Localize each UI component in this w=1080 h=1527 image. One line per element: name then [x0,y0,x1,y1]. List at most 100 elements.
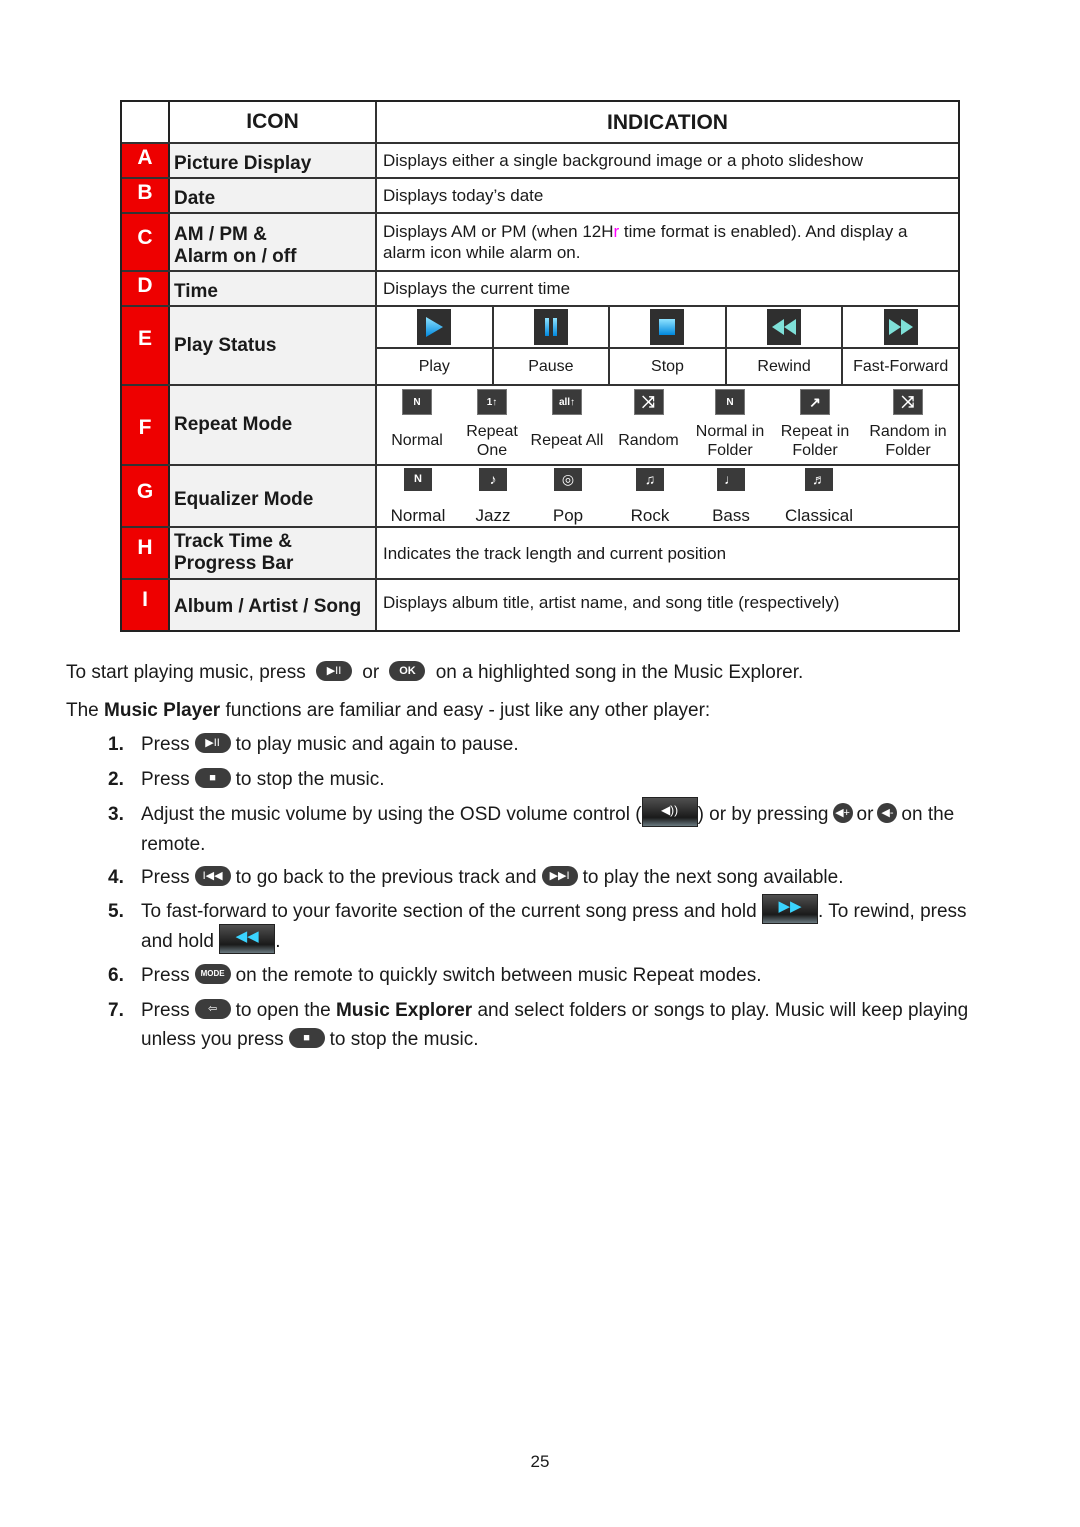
repeat-in-folder-icon: ↗ [800,389,830,415]
equalizer-label: Classical [784,506,854,525]
equalizer-label: Rock [630,506,670,525]
random-in-folder-icon: ⤨ [893,389,923,415]
indication-text: Displays AM or PM (when 12H [383,222,614,241]
step-fragment: ) or by pressing [697,804,829,826]
step-fragment: or [856,804,874,826]
step-fragment: . To rewind, press [818,901,967,923]
step-text: To fast-forward to your favorite section… [141,894,1021,957]
page-number: 25 [530,1452,550,1471]
repeat-mode-item: 1↑ Repeat One [457,386,527,464]
electric-guitar-icon: ♫ [636,468,664,491]
step-fragment: to stop the music. [329,1029,479,1050]
row-letter: A [122,144,170,177]
step-text: Press ▶II to play music and again to pause… [141,730,1021,759]
intro-line-2: The Music Player functions are familiar … [66,700,710,722]
row-name: Album / Artist / Song [170,580,377,630]
repeat-mode-item: ⤨ Random [607,386,690,464]
repeat-mode-label: Normal in Folder [695,422,765,459]
row-indication: Displays album title, artist name, and s… [377,580,958,630]
volume-down-icon: ◀- [877,803,898,823]
step-text: Press ■ to stop the music. [141,765,1021,794]
table-row: E Play Status Play Pause Stop Rewind Fas… [122,307,958,386]
fast-forward-label: Fast-Forward [853,358,949,375]
table-row: I Album / Artist / Song Displays album t… [122,580,958,630]
header-indication: INDICATION [377,102,958,142]
repeat-mode-item: ⤨ Random in Folder [860,386,956,464]
stop-button-icon: ■ [194,767,231,788]
equalizer-mode-grid: N Normal ♪ Jazz ◎ Pop ♫ Rock ♩ Bass ♬ Cl… [377,466,958,526]
equalizer-label: Bass [712,506,750,525]
pause-icon [533,309,568,345]
rewind-icon [767,309,802,345]
repeat-mode-label: Repeat One [466,422,518,459]
equalizer-label: Normal [390,506,446,525]
header-icon: ICON [170,102,377,142]
table-row: C AM / PM & Alarm on / off Displays AM o… [122,214,958,272]
row-letter: F [122,386,170,464]
step-fragment: on the remote to quickly switch between … [235,965,762,986]
bass-guitar-icon: ♩ [717,468,745,491]
table-row: D Time Displays the current time [122,272,958,307]
step-text: Press I◀◀ to go back to the previous track… [141,863,1021,892]
play-status-item: Stop [610,307,727,384]
equalizer-label: Pop [552,506,584,525]
step-fragment: and select folders or songs to play. Mus… [472,1000,969,1021]
drum-icon: ◎ [554,468,582,491]
row-letter: H [122,528,170,578]
step-fragment: Adjust the music volume by using the OSD… [141,804,642,826]
row-name: Repeat Mode [170,386,377,464]
repeat-one-icon: 1↑ [477,389,507,415]
row-indication: Displays the current time [377,272,958,305]
previous-track-icon: I◀◀ [194,865,231,886]
play-status-item: Fast-Forward [843,307,958,384]
step-fragment: Press [141,867,190,888]
table-row: A Picture Display Displays either a sing… [122,144,958,179]
row-letter: C [122,214,170,270]
step-number: 2. [108,769,124,790]
repeat-mode-item: ↗ Repeat in Folder [770,386,860,464]
step-number: 4. [108,867,124,888]
play-status-item: Play [377,307,494,384]
step-text: Adjust the music volume by using the OSD… [141,797,1021,859]
volume-up-icon: ◀+ [832,803,853,823]
row-name-line2: Alarm on / off [174,246,297,267]
row-letter: I [122,580,170,630]
indication-line2: alarm icon while alarm on. [383,243,581,262]
step-fragment: To fast-forward to your favorite section… [141,901,757,923]
next-track-icon: ▶▶I [541,865,578,886]
repeat-mode-grid: N Normal 1↑ Repeat One all↑ Repeat All ⤨… [377,386,958,464]
step-fragment: to stop the music. [235,769,385,790]
row-indication: Displays AM or PM (when 12Hr time format… [377,214,958,270]
play-status-item: Rewind [726,307,844,384]
step-fragment: unless you press [141,1029,284,1050]
equalizer-item: ◎ Pop [527,466,609,526]
step-fragment: Press [141,1000,190,1021]
step-fragment: to open the [235,1000,336,1021]
equalizer-label: Jazz [475,506,511,525]
row-indication: Indicates the track length and current p… [377,528,958,578]
ok-button-icon: OK [389,660,426,681]
normal-in-folder-icon: N [715,389,745,415]
step-fragment: to go back to the previous track and [235,867,537,888]
row-letter: E [122,307,170,384]
stop-label: Stop [651,358,684,375]
osd-volume-icon: ◀)) [641,797,698,827]
row-letter: D [122,272,170,305]
step-number: 7. [108,1000,124,1021]
stop-button-icon: ■ [288,1027,325,1048]
step-number: 6. [108,965,124,986]
row-letter: G [122,466,170,526]
equalizer-item: N Normal [377,466,459,526]
repeat-mode-label: Repeat All [530,432,604,449]
intro-text: on a highlighted song in the Music Explo… [435,662,804,683]
row-indication: Displays today’s date [377,179,958,212]
osd-rewind-icon: ◀◀ [219,924,276,954]
play-icon [417,309,452,345]
step-fragment: to play music and again to pause. [235,734,519,755]
row-name: Track Time & Progress Bar [170,528,377,578]
repeat-mode-label: Normal [391,432,443,449]
table-row: G Equalizer Mode N Normal ♪ Jazz ◎ Pop ♫ [122,466,958,528]
step-fragment: . [275,931,281,953]
play-pause-button-icon: ▶II [315,660,352,681]
row-name: Picture Display [170,144,377,177]
